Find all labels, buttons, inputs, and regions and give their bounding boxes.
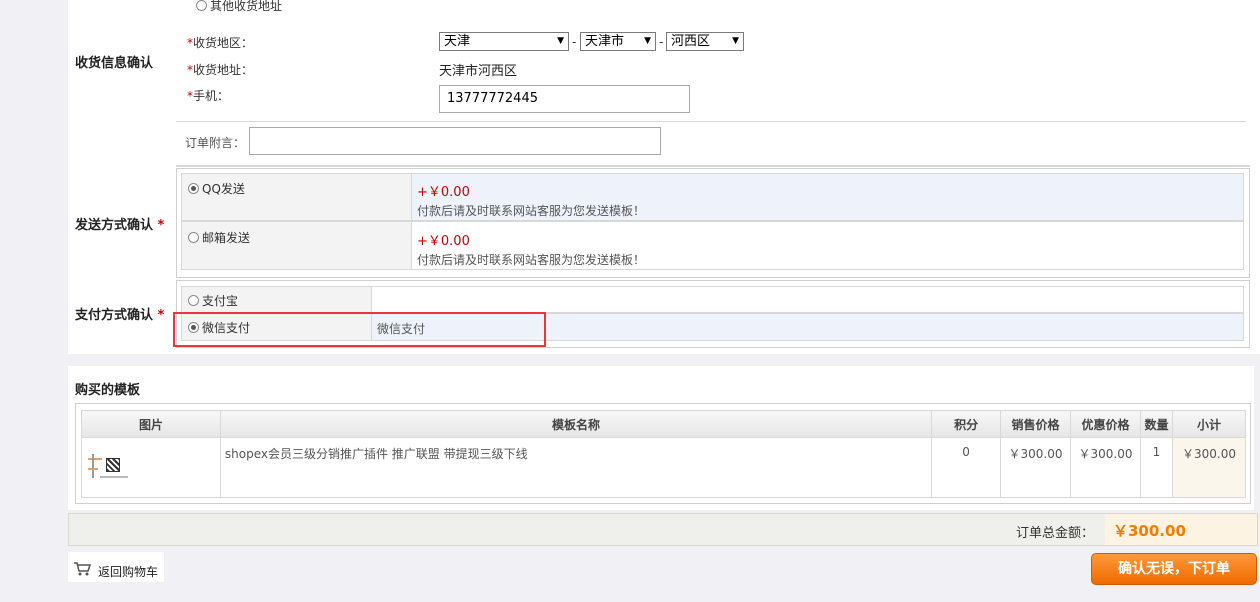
district-select[interactable]: 河西区 ▼: [666, 32, 744, 51]
col-header: 模板名称: [219, 410, 933, 438]
note-label: 订单附言：: [185, 136, 246, 150]
payment-option-alipay[interactable]: 支付宝: [181, 286, 372, 313]
shipping-option-email[interactable]: 邮箱发送: [181, 221, 412, 270]
phone-label: *手机：: [187, 89, 230, 103]
payment-radio-alipay[interactable]: [188, 295, 199, 306]
district-value: 河西区: [671, 34, 711, 49]
shipping-price: +￥0.00: [417, 234, 470, 249]
address-label: *收货地址：: [187, 63, 254, 77]
region-label: *收货地区：: [187, 36, 254, 50]
other-address-radio[interactable]: [196, 0, 207, 11]
total-value: ￥300.00: [1113, 522, 1186, 540]
product-qty: 1: [1139, 437, 1173, 498]
shipping-section-title: 发送方式确认 *: [75, 218, 165, 233]
divider: [176, 121, 1246, 122]
other-address-label: 其他收货地址: [210, 0, 283, 13]
city-value: 天津市: [585, 34, 625, 49]
col-header: 销售价格: [1000, 410, 1072, 438]
total-label: 订单总金额：: [1016, 526, 1095, 541]
shipping-radio-email[interactable]: [188, 232, 199, 243]
col-header: 积分: [931, 410, 1002, 438]
order-note-input[interactable]: [249, 127, 661, 155]
phone-input[interactable]: 13777772445: [439, 85, 690, 113]
shipping-price: +￥0.00: [417, 185, 470, 200]
payment-section-title: 支付方式确认 *: [75, 308, 165, 323]
payment-option-name: 支付宝: [202, 294, 239, 308]
product-sale-price: ￥300.00: [1000, 437, 1072, 498]
product-thumbnail[interactable]: [86, 452, 128, 482]
shipping-desc: 付款后请及时联系网站客服为您发送模板！: [417, 253, 646, 267]
shipping-radio-qq[interactable]: [188, 183, 199, 194]
col-header: 优惠价格: [1070, 410, 1141, 438]
address-value: 天津市河西区: [439, 64, 518, 79]
region-label-text: 收货地区：: [193, 36, 254, 50]
product-discount-price: ￥300.00: [1070, 437, 1141, 498]
other-address-option[interactable]: 其他收货地址: [196, 0, 282, 14]
city-select[interactable]: 天津市 ▼: [580, 32, 656, 51]
shipping-option-name: 邮箱发送: [202, 231, 251, 245]
shipping-option-name: QQ发送: [202, 182, 245, 196]
product-thumbnail-cell: [81, 437, 221, 498]
product-name[interactable]: shopex会员三级分销推广插件 推广联盟 带提现三级下线: [219, 437, 933, 498]
col-header: 小计: [1171, 410, 1247, 438]
payment-option-alipay-detail: [371, 286, 1244, 313]
product-points: 0: [931, 437, 1002, 498]
region-separator: -: [659, 35, 664, 49]
purchase-table: 图片 模板名称 积分 销售价格 优惠价格 数量 小计 shopex会员三级分销推…: [81, 410, 1247, 498]
back-to-cart-link[interactable]: 返回购物车: [98, 563, 158, 580]
purchase-section-title: 购买的模板: [75, 383, 141, 398]
shipping-option-email-detail: +￥0.00 付款后请及时联系网站客服为您发送模板！: [411, 221, 1244, 270]
province-value: 天津: [444, 34, 471, 49]
chevron-down-icon: ▼: [557, 36, 564, 46]
product-subtotal: ￥300.00: [1171, 437, 1247, 498]
confirm-order-button[interactable]: 确认无误，下订单: [1091, 553, 1257, 585]
cart-icon: [73, 561, 92, 577]
province-select[interactable]: 天津 ▼: [439, 32, 569, 51]
phone-label-text: 手机：: [193, 89, 230, 103]
divider: [176, 165, 1250, 167]
chevron-down-icon: ▼: [732, 36, 739, 46]
region-separator: -: [572, 35, 577, 49]
address-section-title: 收货信息确认: [75, 56, 154, 71]
highlight-box: [173, 312, 546, 347]
shipping-option-qq-detail: +￥0.00 付款后请及时联系网站客服为您发送模板！: [411, 173, 1244, 221]
shipping-desc: 付款后请及时联系网站客服为您发送模板！: [417, 204, 646, 218]
shipping-section-title-text: 发送方式确认: [75, 218, 154, 233]
table-row: shopex会员三级分销推广插件 推广联盟 带提现三级下线 0 ￥300.00 …: [81, 437, 1247, 498]
col-header: 图片: [81, 410, 221, 438]
col-header: 数量: [1139, 410, 1173, 438]
shipping-option-qq[interactable]: QQ发送: [181, 173, 412, 221]
address-label-text: 收货地址：: [193, 63, 254, 77]
payment-section-title-text: 支付方式确认: [75, 308, 154, 323]
chevron-down-icon: ▼: [644, 36, 651, 46]
